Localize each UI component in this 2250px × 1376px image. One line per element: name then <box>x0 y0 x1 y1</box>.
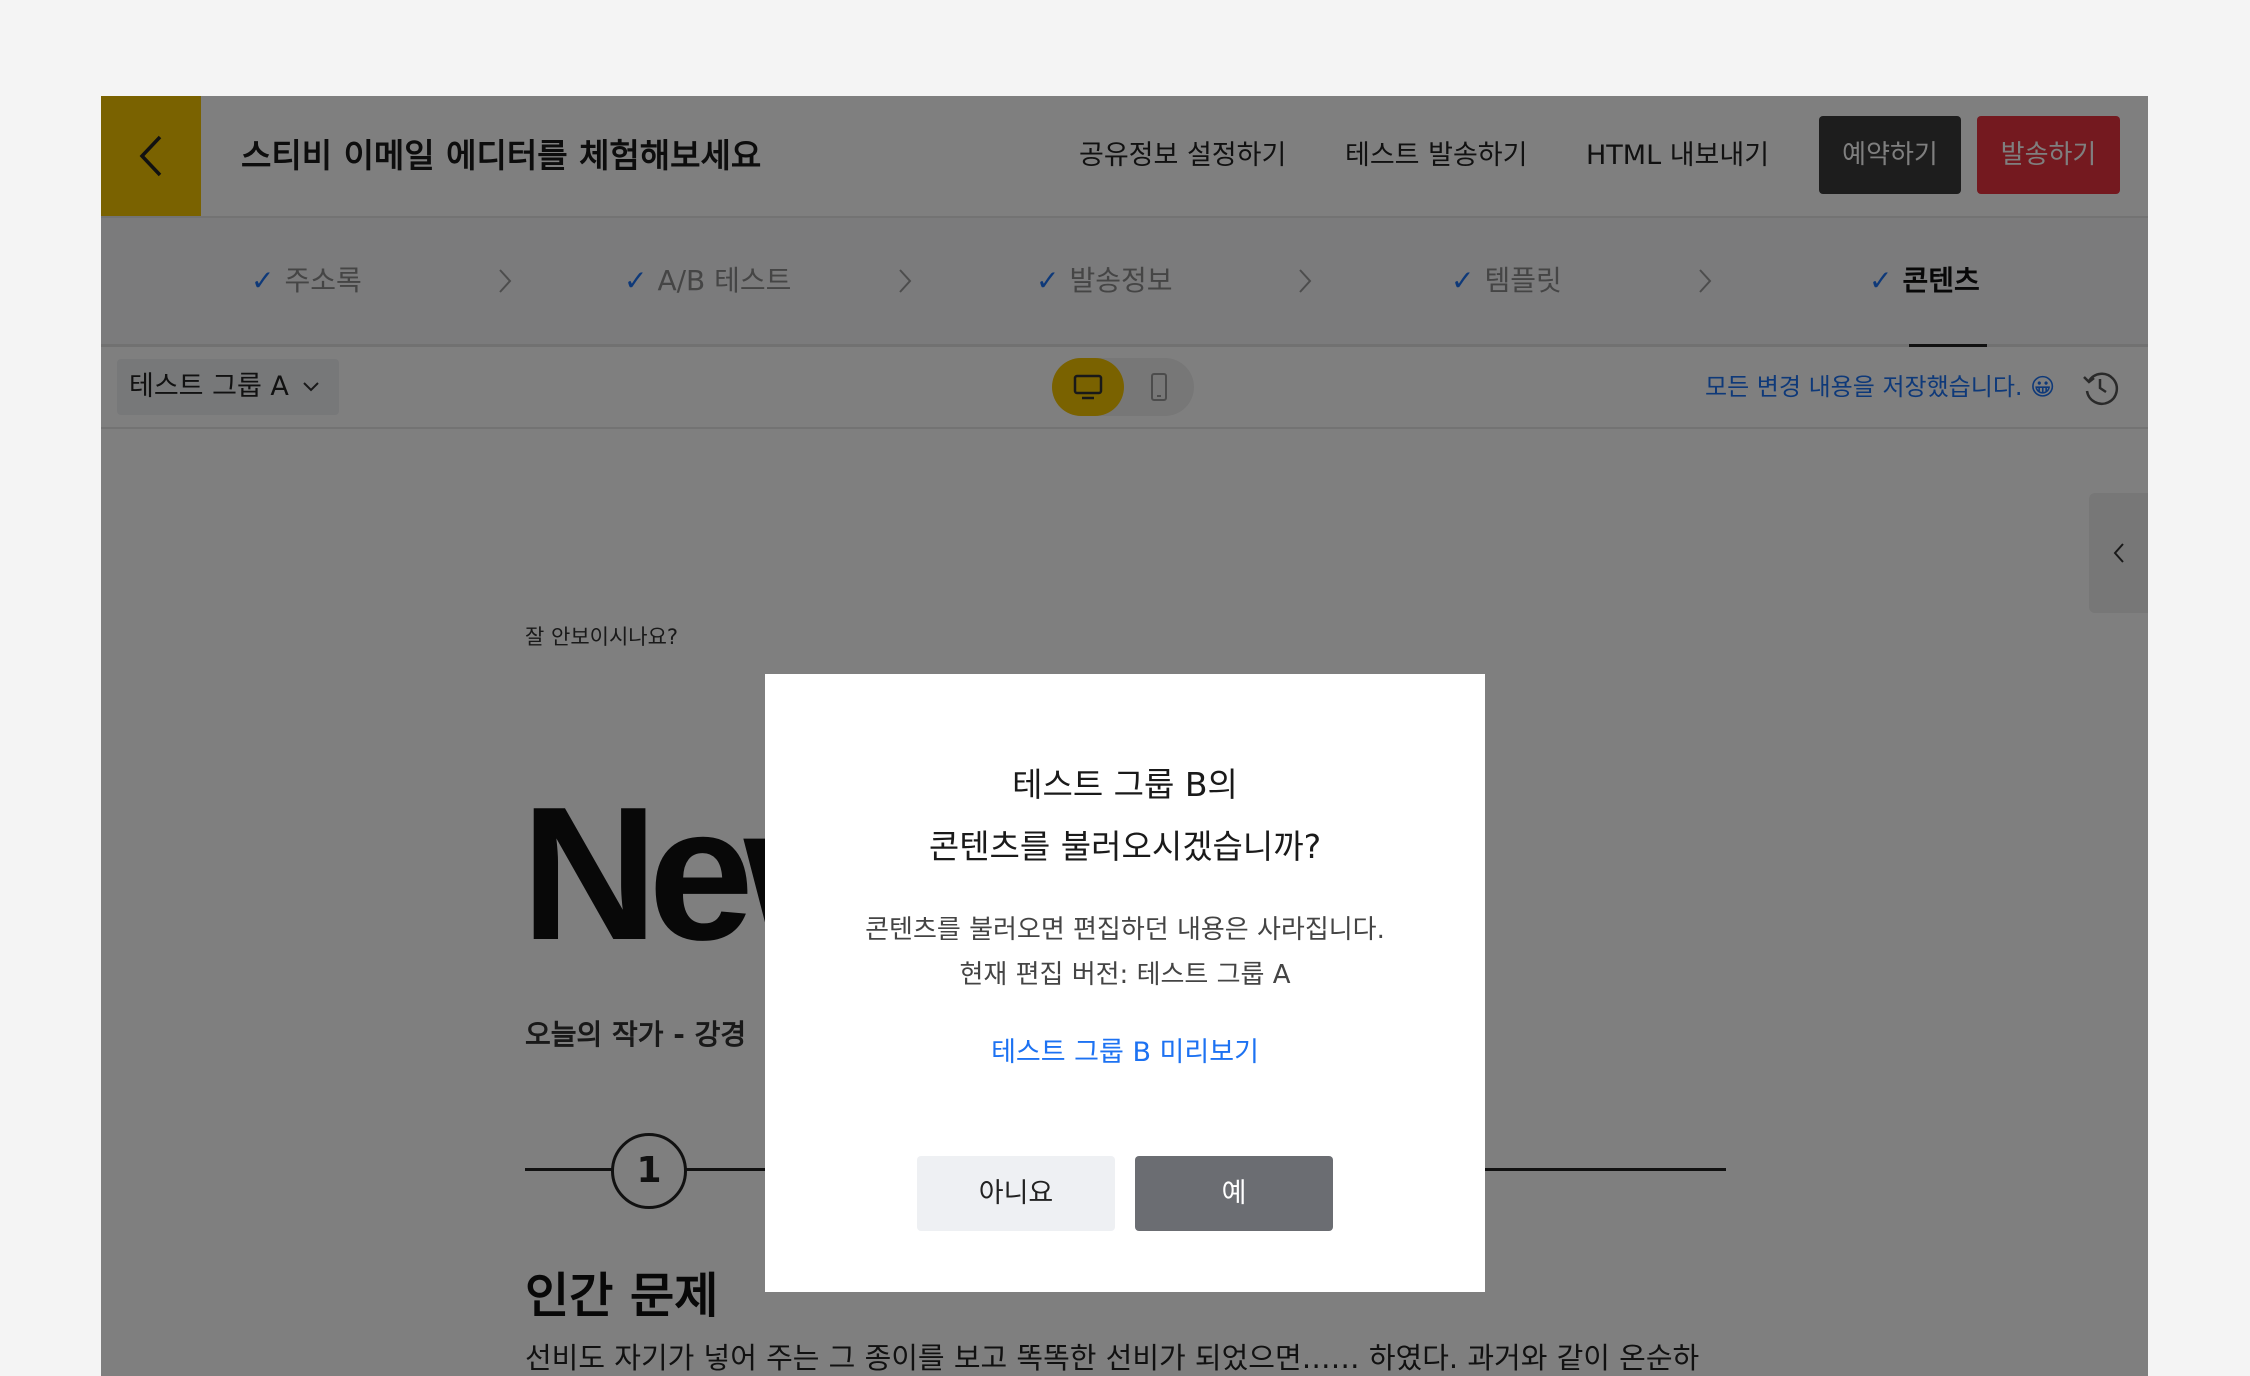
dialog-title: 테스트 그룹 B의 콘텐츠를 불러오시겠습니까? <box>928 765 1322 866</box>
load-content-dialog: 테스트 그룹 B의 콘텐츠를 불러오시겠습니까? 콘텐츠를 불러오면 편집하던 … <box>765 674 1485 1292</box>
dialog-description: 콘텐츠를 불러오면 편집하던 내용은 사라집니다. 현재 편집 버전: 테스트 … <box>865 915 1385 990</box>
yes-button[interactable]: 예 <box>1135 1156 1333 1231</box>
preview-group-b-link[interactable]: 테스트 그룹 B 미리보기 <box>765 1030 1485 1069</box>
no-button[interactable]: 아니요 <box>917 1156 1115 1231</box>
